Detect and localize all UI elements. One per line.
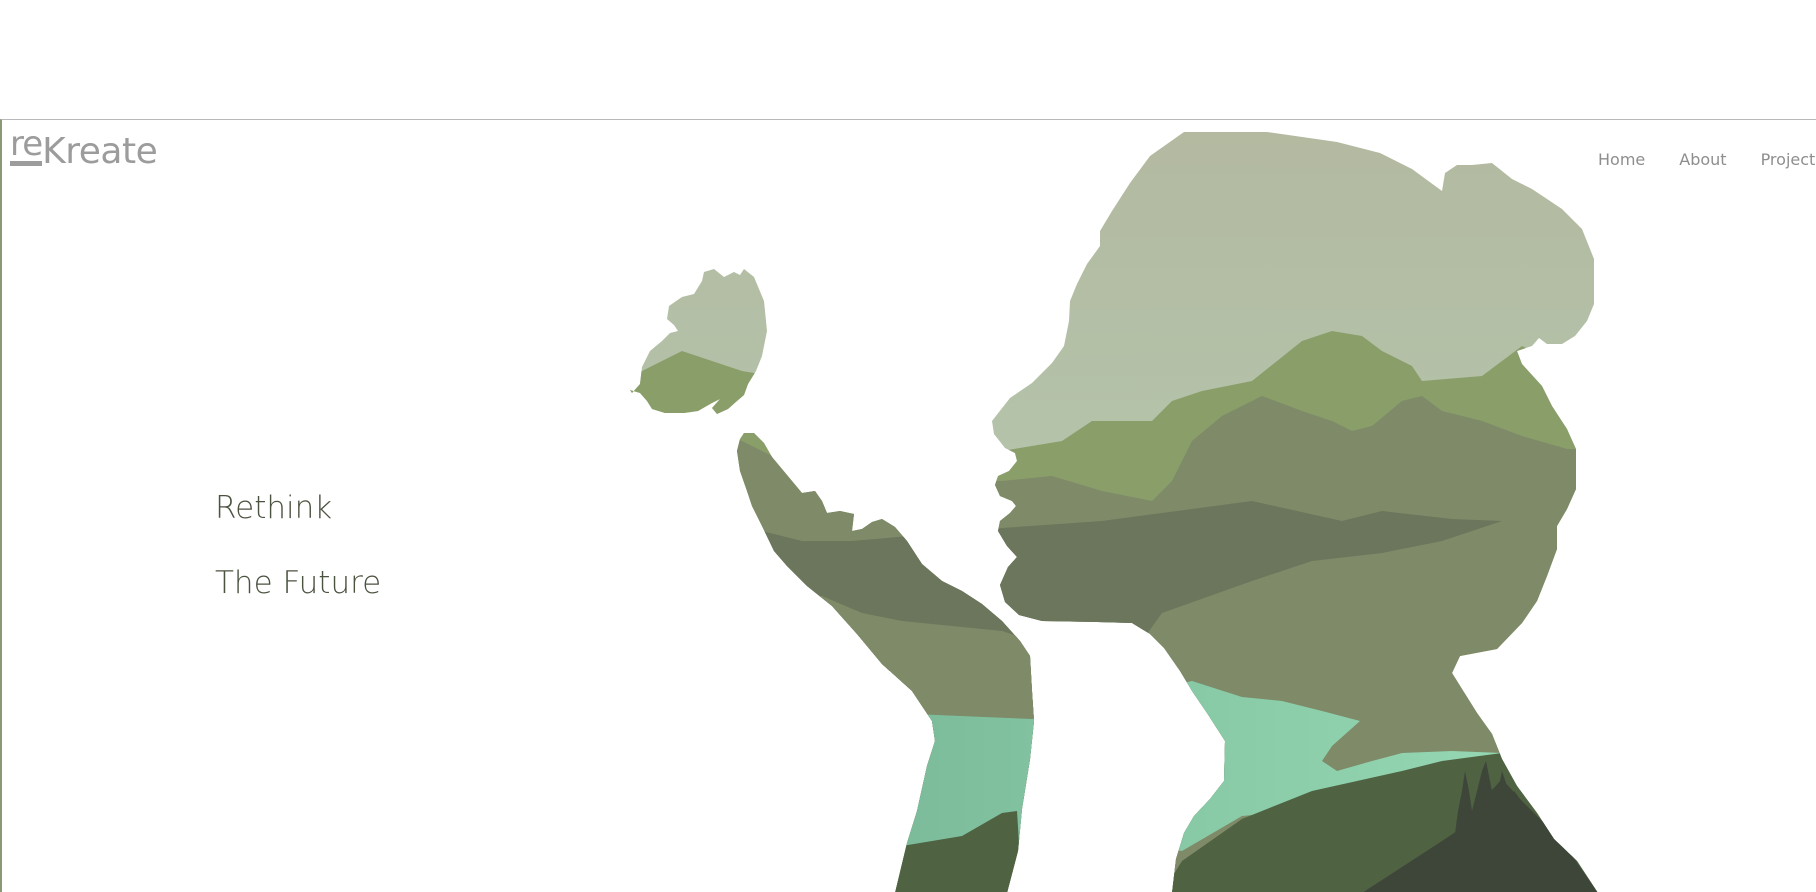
nav-home[interactable]: Home [1598,150,1645,169]
main-nav: Home About Projects [1598,150,1816,169]
page-frame: re Kreate Home About Project Rethink The… [0,119,1816,892]
nav-about[interactable]: About [1679,150,1726,169]
hero-line-rethink: Rethink [215,490,333,526]
nav-projects[interactable]: Projects [1761,150,1816,169]
hero-line-the-future: The Future [215,565,382,601]
